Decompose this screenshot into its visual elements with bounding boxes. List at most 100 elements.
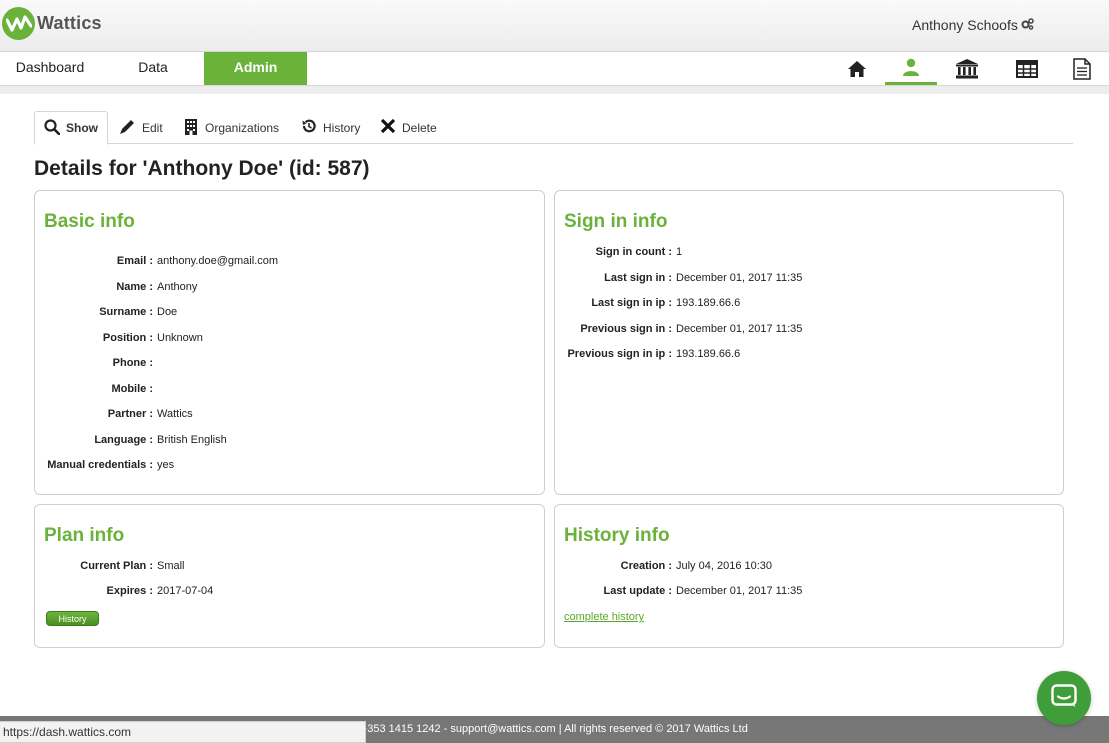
basic-info-title: Basic info [44, 211, 135, 232]
user-name: Anthony Schoofs [912, 17, 1018, 33]
record-tabs: Show Edit Organizations History Delete [34, 111, 1073, 145]
bank-icon[interactable] [941, 52, 993, 85]
x-icon [380, 118, 396, 137]
gears-icon [1021, 17, 1034, 33]
row-value: 1 [676, 246, 683, 258]
detail-row: Sign in count : 1 [555, 246, 683, 260]
row-label: Last update : [603, 585, 672, 597]
app-header: Wattics Anthony Schoofs [0, 0, 1109, 52]
detail-row: Manual credentials : yes [35, 459, 174, 473]
nav-tab-data[interactable]: Data [103, 52, 203, 85]
tab-edit[interactable]: Edit [110, 111, 172, 144]
row-label: Current Plan : [80, 560, 153, 572]
browser-status-url: https://dash.wattics.com [0, 721, 366, 743]
tab-history-label: History [323, 120, 361, 135]
row-label: Manual credentials : [47, 459, 153, 471]
history-info-panel: History info Creation : July 04, 2016 10:… [554, 504, 1064, 648]
detail-row: Creation : July 04, 2016 10:30 [555, 560, 772, 574]
home-icon[interactable] [831, 52, 883, 85]
row-label: Language : [94, 434, 153, 446]
row-value: anthony.doe@gmail.com [157, 255, 279, 267]
row-value: Anthony [157, 281, 198, 293]
row-value: yes [157, 459, 175, 471]
sign-in-info-panel: Sign in info Sign in count : 1 Last sign … [554, 190, 1064, 495]
history-icon [301, 118, 317, 137]
tab-show-label: Show [66, 121, 98, 135]
footer-text: act: +353 1415 1242 - support@wattics.co… [340, 723, 748, 735]
nav-tab-dashboard[interactable]: Dashboard [0, 52, 100, 85]
row-label: Surname : [99, 306, 153, 318]
row-value: December 01, 2017 11:35 [676, 323, 803, 335]
row-label: Email : [116, 255, 153, 267]
tab-delete[interactable]: Delete [371, 111, 446, 144]
row-label: Last sign in ip : [591, 297, 672, 309]
row-value: Wattics [157, 408, 193, 420]
detail-row: Phone : [35, 357, 153, 371]
chat-icon [1051, 683, 1077, 713]
row-value: Doe [157, 306, 178, 318]
row-label: Position : [102, 332, 153, 344]
plan-info-panel: Plan info Current Plan : Small Expires : 2… [34, 504, 545, 648]
basic-info-panel: Basic info Email : anthony.doe@gmail.com … [34, 190, 545, 495]
plan-history-button[interactable]: History [46, 611, 99, 626]
detail-row: Previous sign in ip : 193.189.66.6 [555, 348, 740, 362]
page-title: Details for 'Anthony Doe' (id: 587) [34, 157, 370, 180]
detail-row: Previous sign in : December 01, 2017 11:3… [555, 323, 802, 337]
plan-info-title: Plan info [44, 525, 125, 546]
detail-row: Position : Unknown [35, 332, 203, 346]
wattics-logo[interactable]: Wattics [2, 7, 102, 40]
row-label: Mobile : [111, 383, 153, 395]
row-value: 193.189.66.6 [676, 297, 741, 309]
row-value: July 04, 2016 10:30 [676, 560, 773, 572]
detail-row: Current Plan : Small [35, 560, 184, 574]
user-icon[interactable] [885, 52, 937, 85]
row-value: 193.189.66.6 [676, 348, 741, 360]
row-value: Small [157, 560, 185, 572]
pencil-icon [119, 118, 136, 138]
row-label: Expires : [106, 585, 153, 597]
tab-delete-label: Delete [402, 120, 437, 135]
building-icon [183, 118, 199, 138]
document-icon[interactable] [1056, 52, 1108, 85]
main-nav: Dashboard Data Admin [0, 52, 1109, 86]
detail-row: Partner : Wattics [35, 408, 193, 422]
row-value: British English [157, 434, 227, 446]
detail-row: Mobile : [35, 383, 153, 397]
row-label: Sign in count : [595, 246, 672, 258]
detail-row: Name : Anthony [35, 281, 197, 295]
tab-organizations-label: Organizations [205, 120, 280, 135]
nav-tab-admin[interactable]: Admin [204, 52, 307, 85]
nav-separator [0, 86, 1109, 94]
row-value: Unknown [157, 332, 203, 344]
row-label: Name : [116, 281, 153, 293]
row-label: Creation : [620, 560, 672, 572]
tab-edit-label: Edit [142, 120, 163, 135]
detail-row: Last update : December 01, 2017 11:35 [555, 585, 803, 599]
history-info-title: History info [564, 525, 670, 546]
row-value: 2017-07-04 [157, 585, 214, 597]
detail-row: Last sign in : December 01, 2017 11:35 [555, 272, 802, 286]
logo-text: Wattics [37, 13, 102, 33]
detail-row: Last sign in ip : 193.189.66.6 [555, 297, 740, 311]
tab-history[interactable]: History [292, 111, 369, 144]
row-label: Partner : [107, 408, 153, 420]
row-label: Previous sign in : [580, 323, 672, 335]
row-value: December 01, 2017 11:35 [676, 585, 803, 597]
search-icon [44, 118, 61, 138]
detail-row: Expires : 2017-07-04 [35, 585, 214, 599]
tab-show[interactable]: Show [34, 111, 108, 145]
chat-launcher-button[interactable] [1037, 671, 1091, 725]
logo-mark-icon [2, 7, 35, 40]
detail-row: Email : anthony.doe@gmail.com [35, 255, 278, 269]
detail-row: Surname : Doe [35, 306, 177, 320]
row-label: Phone : [112, 357, 153, 369]
row-label: Last sign in : [604, 272, 672, 284]
row-value: December 01, 2017 11:35 [676, 272, 803, 284]
row-label: Previous sign in ip : [567, 348, 672, 360]
tab-organizations[interactable]: Organizations [174, 111, 288, 144]
table-icon[interactable] [1001, 52, 1053, 85]
detail-row: Language : British English [35, 434, 226, 448]
complete-history-link[interactable]: complete history [564, 611, 644, 623]
sign-in-info-title: Sign in info [564, 211, 668, 232]
user-menu[interactable]: Anthony Schoofs [912, 17, 1034, 33]
